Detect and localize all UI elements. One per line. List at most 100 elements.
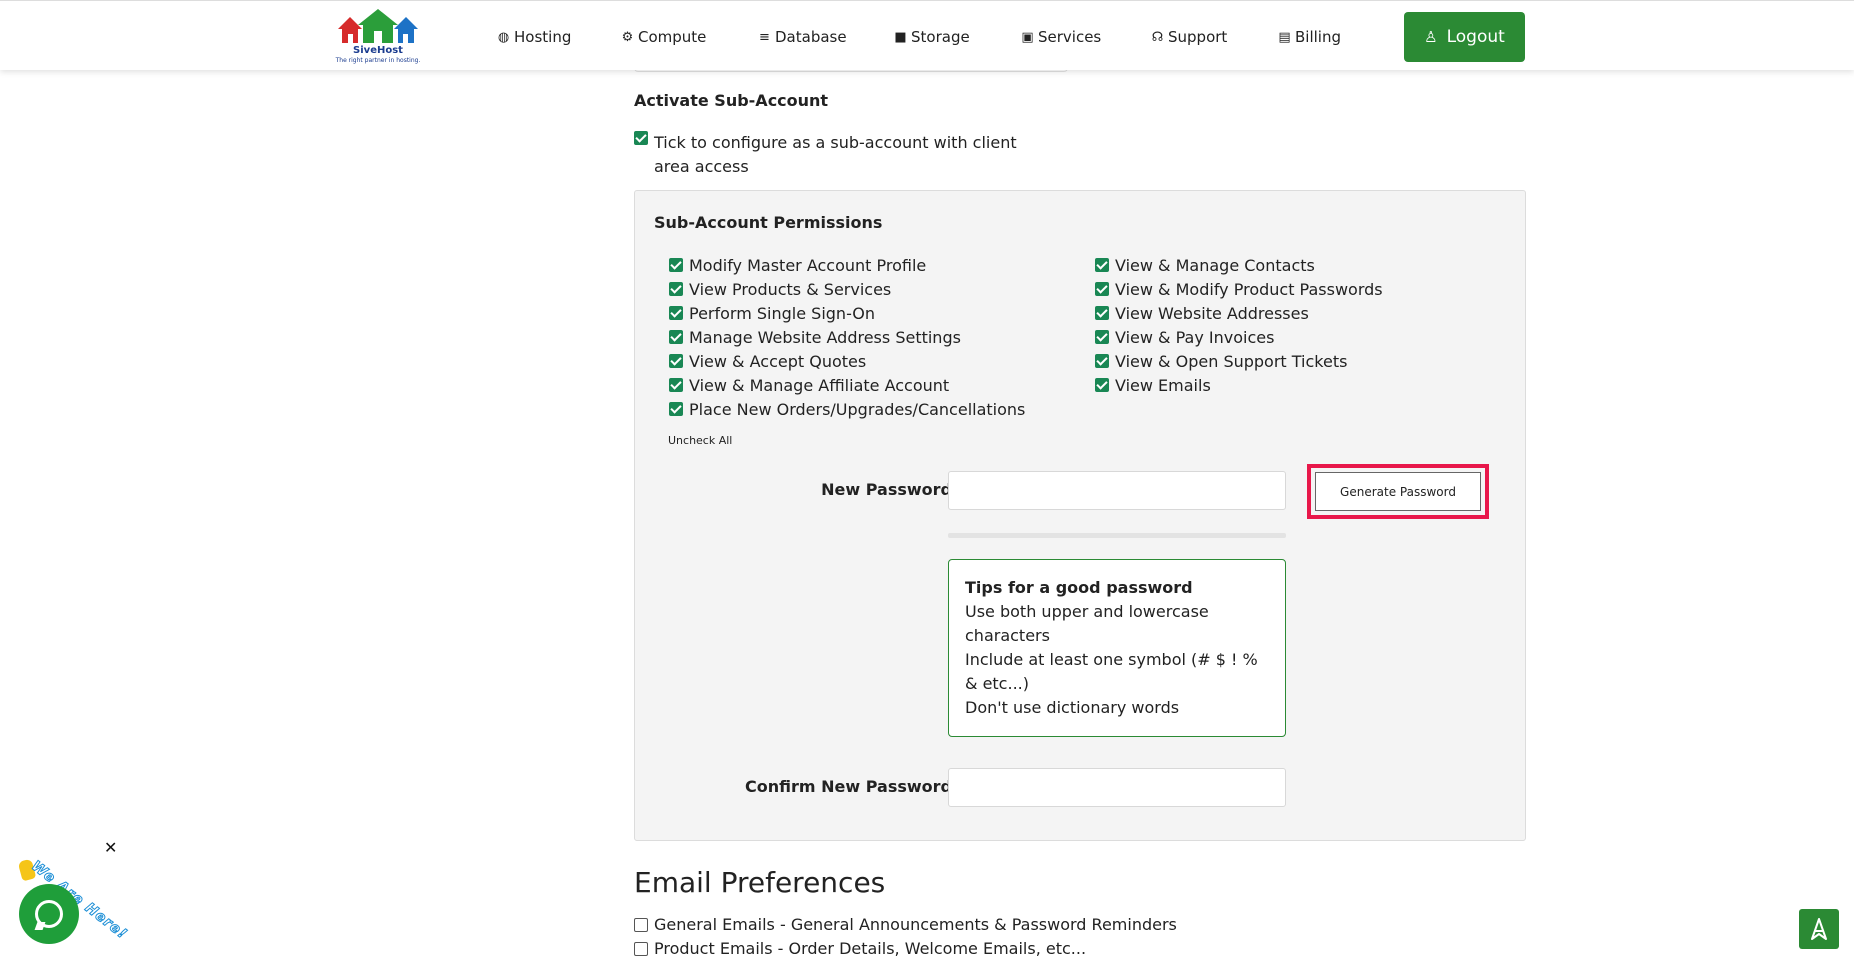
logo-brand-name: SiveHost (353, 45, 403, 56)
password-tips-box: Tips for a good password Use both upper … (948, 559, 1286, 737)
password-tips-title: Tips for a good password (965, 578, 1193, 597)
permission-label: View Emails (1115, 375, 1211, 395)
permission-checkbox[interactable] (669, 402, 683, 416)
permission-item[interactable]: View Emails (1095, 373, 1383, 397)
nav-storage-label: Storage (911, 28, 970, 46)
box-icon: ■ (894, 29, 907, 45)
chat-close-icon[interactable]: ✕ (104, 838, 117, 857)
database-icon: ≡ (759, 29, 770, 45)
permission-item[interactable]: View Website Addresses (1095, 301, 1383, 325)
nav-services[interactable]: ▣ Services (1020, 25, 1101, 49)
permission-item[interactable]: View Products & Services (669, 277, 1025, 301)
permission-label: View & Pay Invoices (1115, 327, 1275, 347)
permission-item[interactable]: Place New Orders/Upgrades/Cancellations (669, 397, 1025, 421)
permission-item[interactable]: Modify Master Account Profile (669, 253, 1025, 277)
rocket-up-icon (1811, 918, 1827, 940)
permission-item[interactable]: View & Manage Contacts (1095, 253, 1383, 277)
logout-button[interactable]: ♙ Logout (1404, 12, 1525, 62)
email-pref-checkbox[interactable] (634, 941, 648, 956)
nav-hosting-label: Hosting (514, 28, 572, 46)
permission-label: Modify Master Account Profile (689, 255, 927, 275)
permission-label: View & Open Support Tickets (1115, 351, 1348, 371)
gear-icon: ⚙ (621, 29, 634, 45)
permission-checkbox[interactable] (1095, 258, 1109, 272)
nav-billing[interactable]: ▤ Billing (1277, 25, 1341, 49)
activate-subaccount-title: Activate Sub-Account (634, 91, 829, 110)
activate-subaccount-label: Tick to configure as a sub-account with … (654, 133, 1017, 176)
nav-billing-label: Billing (1295, 28, 1341, 46)
uncheck-all-link[interactable]: Uncheck All (668, 434, 732, 447)
nav-support-label: Support (1168, 28, 1228, 46)
nav-services-label: Services (1038, 28, 1102, 46)
permissions-right-column: View & Manage Contacts View & Modify Pro… (1095, 253, 1383, 397)
permission-checkbox[interactable] (669, 330, 683, 344)
activate-subaccount-checkbox-row[interactable]: Tick to configure as a sub-account with … (634, 131, 1054, 179)
email-pref-general[interactable]: General Emails - General Announcements &… (634, 915, 1177, 934)
email-pref-product[interactable]: Product Emails - Order Details, Welcome … (634, 939, 1086, 958)
password-tip: Include at least one symbol (# $ ! % & e… (965, 650, 1258, 693)
sivehost-logo[interactable]: SiveHost The right partner in hosting. (330, 9, 426, 65)
permission-item[interactable]: View & Modify Product Passwords (1095, 277, 1383, 301)
permission-checkbox[interactable] (669, 354, 683, 368)
new-password-input[interactable] (948, 471, 1286, 510)
email-preferences-title: Email Preferences (634, 866, 886, 899)
nav-support[interactable]: ☊ Support (1150, 25, 1228, 49)
generate-password-button[interactable]: Generate Password (1315, 472, 1481, 511)
nav-hosting[interactable]: ◍ Hosting (496, 25, 572, 49)
permission-label: Perform Single Sign-On (689, 303, 876, 323)
permission-item[interactable]: View & Manage Affiliate Account (669, 373, 1025, 397)
houses-logo-icon (338, 9, 418, 43)
permission-item[interactable]: View & Pay Invoices (1095, 325, 1383, 349)
permission-checkbox[interactable] (1095, 330, 1109, 344)
permission-item[interactable]: Perform Single Sign-On (669, 301, 1025, 325)
permission-checkbox[interactable] (1095, 378, 1109, 392)
permission-label: View Website Addresses (1115, 303, 1309, 323)
nav-database-label: Database (775, 28, 847, 46)
permission-label: View & Accept Quotes (689, 351, 867, 371)
globe-icon: ◍ (497, 29, 510, 45)
confirm-password-label: Confirm New Password (745, 777, 952, 796)
permission-item[interactable]: Manage Website Address Settings (669, 325, 1025, 349)
confirm-password-input[interactable] (948, 768, 1286, 807)
permission-checkbox[interactable] (669, 378, 683, 392)
permission-checkbox[interactable] (669, 258, 683, 272)
gift-icon: ▣ (1021, 29, 1034, 45)
top-navbar: SiveHost The right partner in hosting. ◍… (0, 0, 1854, 70)
permission-label: View & Manage Contacts (1115, 255, 1315, 275)
permission-label: Place New Orders/Upgrades/Cancellations (689, 399, 1026, 419)
permission-checkbox[interactable] (1095, 306, 1109, 320)
scroll-to-top-button[interactable] (1799, 909, 1839, 949)
logout-label: Logout (1446, 27, 1505, 47)
permission-checkbox[interactable] (1095, 354, 1109, 368)
nav-compute-label: Compute (638, 28, 707, 46)
activate-subaccount-checkbox[interactable] (634, 131, 648, 145)
permission-checkbox[interactable] (1095, 282, 1109, 296)
permission-label: View & Manage Affiliate Account (689, 375, 950, 395)
logo-tagline: The right partner in hosting. (335, 57, 421, 64)
email-pref-label: General Emails - General Announcements &… (654, 915, 1177, 934)
chat-bubble-icon[interactable] (19, 884, 79, 944)
speech-bubble-icon (35, 900, 63, 928)
permission-checkbox[interactable] (669, 306, 683, 320)
password-tip: Use both upper and lowercase characters (965, 602, 1209, 645)
new-password-label: New Password (821, 480, 952, 499)
permission-item[interactable]: View & Open Support Tickets (1095, 349, 1383, 373)
headset-icon: ☊ (1151, 29, 1164, 45)
permissions-left-column: Modify Master Account Profile View Produ… (669, 253, 1025, 421)
nav-database[interactable]: ≡ Database (757, 25, 847, 49)
permission-item[interactable]: View & Accept Quotes (669, 349, 1025, 373)
nav-storage[interactable]: ■ Storage (893, 25, 970, 49)
email-pref-label: Product Emails - Order Details, Welcome … (654, 939, 1087, 958)
nav-compute[interactable]: ⚙ Compute (620, 25, 707, 49)
document-icon: ▤ (1278, 29, 1291, 45)
subaccount-permissions-panel: Sub-Account Permissions Modify Master Ac… (634, 190, 1526, 841)
password-strength-bar (948, 533, 1286, 538)
user-icon: ♙ (1424, 28, 1438, 46)
email-pref-checkbox[interactable] (634, 917, 648, 932)
password-tip: Don't use dictionary words (965, 698, 1180, 717)
permission-label: View Products & Services (689, 279, 892, 299)
permission-label: Manage Website Address Settings (689, 327, 961, 347)
permissions-title: Sub-Account Permissions (654, 213, 883, 232)
permission-label: View & Modify Product Passwords (1115, 279, 1383, 299)
permission-checkbox[interactable] (669, 282, 683, 296)
